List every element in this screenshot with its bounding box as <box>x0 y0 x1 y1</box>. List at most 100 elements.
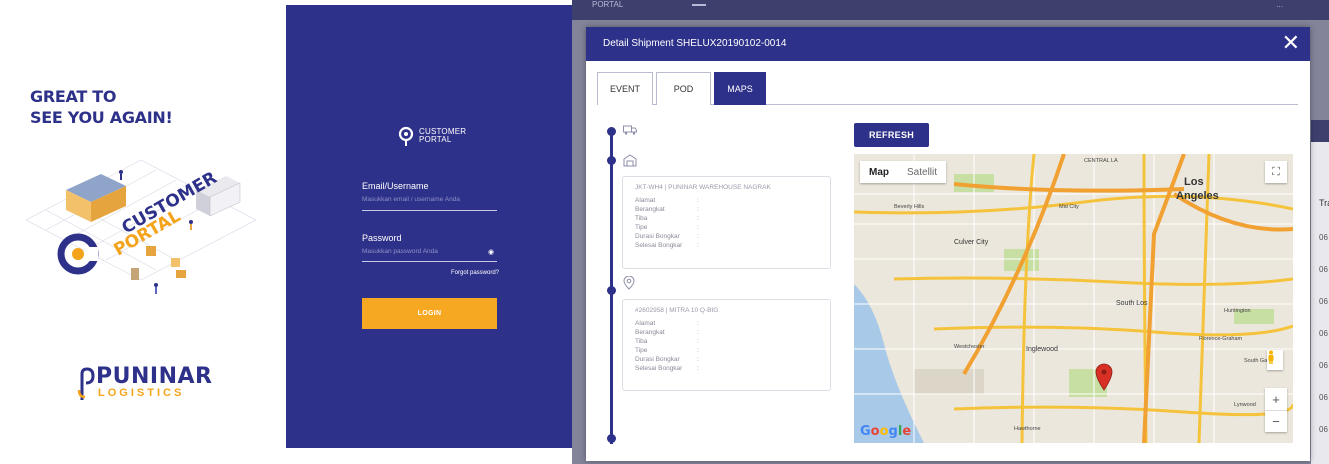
destination-field: Berangkat: <box>635 329 830 338</box>
promo-panel: GREAT TO SEE YOU AGAIN! CUSTOMER PORTAL … <box>0 0 286 464</box>
destination-field: Tipe: <box>635 347 830 356</box>
login-button[interactable]: LOGIN <box>362 298 497 329</box>
app-topbar-user[interactable]: ... <box>1276 0 1283 9</box>
field-label: Durasi Bongkar <box>635 356 680 363</box>
field-colon: : <box>697 206 699 213</box>
map-label-beverly-hills: Beverly Hills <box>894 204 925 210</box>
email-field[interactable]: Masukkan email / username Anda <box>362 196 460 203</box>
pegman-icon[interactable] <box>1267 350 1283 370</box>
field-colon: : <box>697 356 699 363</box>
destination-field: Selesai Bongkar: <box>635 365 830 374</box>
field-label: Alamat <box>635 197 656 204</box>
map-tiles <box>854 154 1293 443</box>
field-label: Tipe <box>635 347 648 354</box>
origin-field: Selesai Bongkar: <box>635 242 830 251</box>
map-type-map[interactable]: Map <box>860 161 898 183</box>
location-pin-icon <box>623 276 635 290</box>
tagline-line1: GREAT TO <box>30 87 117 106</box>
map-label-mid-city: Mid City <box>1059 204 1079 210</box>
password-field[interactable]: Masukkan password Anda <box>362 248 438 255</box>
field-colon: : <box>697 329 699 336</box>
tagline-line2: SEE YOU AGAIN! <box>30 108 173 127</box>
origin-card: JKT-WH4 | PUNINAR WAREHOUSE NAGRAK Alama… <box>622 176 831 269</box>
tab-maps[interactable]: MAPS <box>714 72 766 105</box>
shipment-detail-modal: Detail Shipment SHELUX20190102-0014 ✕ EV… <box>586 27 1310 461</box>
show-password-icon[interactable]: ◉ <box>488 248 494 256</box>
map-label-florence: Florence-Graham <box>1199 336 1243 342</box>
field-colon: : <box>697 365 699 372</box>
puninar-mark-icon <box>77 367 95 400</box>
field-colon: : <box>697 224 699 231</box>
app-topbar: PORTAL ... <box>572 0 1329 20</box>
destination-field: Alamat: <box>635 320 830 329</box>
zoom-out-button[interactable]: − <box>1265 410 1287 432</box>
field-colon: : <box>697 197 699 204</box>
close-icon[interactable]: ✕ <box>1282 31 1300 55</box>
login-panel: CUSTOMER PORTAL Email/Username Masukkan … <box>286 5 572 448</box>
background-cell: 06 <box>1319 425 1328 434</box>
tab-event[interactable]: EVENT <box>597 72 653 105</box>
password-underline <box>362 261 497 262</box>
map-label-lynwood: Lynwood <box>1234 402 1256 408</box>
destination-field: Tiba: <box>635 338 830 347</box>
background-cell: 06 <box>1319 393 1328 402</box>
field-label: Tiba <box>635 338 648 345</box>
map-label-inglewood: Inglewood <box>1026 346 1058 353</box>
field-label: Tipe <box>635 224 648 231</box>
background-col-header: Tra <box>1319 198 1329 208</box>
logo-line2: PORTAL <box>419 135 452 144</box>
background-table-column: Tra 06 06 06 06 06 06 06 <box>1311 120 1329 464</box>
map-label-westchester: Westchester <box>954 344 985 350</box>
promo-tagline: GREAT TO SEE YOU AGAIN! <box>30 86 173 128</box>
origin-title: JKT-WH4 | PUNINAR WAREHOUSE NAGRAK <box>635 184 771 191</box>
map-label-culver-city: Culver City <box>954 239 989 246</box>
customer-portal-logo-icon <box>398 126 414 146</box>
warehouse-icon <box>623 154 637 167</box>
map-label-la-1: Los <box>1184 176 1204 188</box>
refresh-button[interactable]: REFRESH <box>854 123 929 147</box>
map-label-hawthorne: Hawthorne <box>1014 426 1041 432</box>
field-colon: : <box>697 347 699 354</box>
origin-field: Alamat: <box>635 197 830 206</box>
zoom-in-button[interactable]: + <box>1265 388 1287 410</box>
background-cell: 06 <box>1319 361 1328 370</box>
destination-title: #2602958 | MITRA 10 Q-BIG <box>635 307 719 314</box>
route-map[interactable]: Los Angeles CENTRAL LA Mid City Beverly … <box>854 154 1293 443</box>
map-label-south-la: South Los <box>1116 300 1148 307</box>
origin-field: Tipe: <box>635 224 830 233</box>
timeline-dot <box>607 434 616 443</box>
truck-icon <box>623 125 637 135</box>
password-label: Password <box>362 233 402 243</box>
field-colon: : <box>697 338 699 345</box>
background-cell: 06 <box>1319 233 1328 242</box>
field-label: Durasi Bongkar <box>635 233 680 240</box>
origin-field: Durasi Bongkar: <box>635 233 830 242</box>
tab-pod[interactable]: POD <box>656 72 711 105</box>
map-type-toggle: Map Satellit <box>860 161 947 183</box>
hamburger-icon[interactable] <box>692 4 706 6</box>
field-label: Selesai Bongkar <box>635 242 683 249</box>
field-label: Selesai Bongkar <box>635 365 683 372</box>
login-logo: CUSTOMER PORTAL <box>398 125 466 147</box>
map-type-satellite[interactable]: Satellit <box>898 161 946 183</box>
map-label-la-2: Angeles <box>1176 190 1219 202</box>
map-label-central-la: CENTRAL LA <box>1084 158 1118 164</box>
field-colon: : <box>697 233 699 240</box>
fullscreen-icon[interactable]: ⛶ <box>1265 161 1287 183</box>
origin-field: Berangkat: <box>635 206 830 215</box>
field-label: Alamat <box>635 320 656 327</box>
background-cell: 06 <box>1319 329 1328 338</box>
destination-card: #2602958 | MITRA 10 Q-BIG Alamat: Berang… <box>622 299 831 391</box>
timeline-dot <box>607 286 616 295</box>
forgot-password-link[interactable]: Forgot password? <box>451 270 499 276</box>
brand-name: PUNINAR <box>96 364 213 389</box>
background-cell: 06 <box>1319 265 1328 274</box>
map-label-huntington: Huntington <box>1224 308 1251 314</box>
timeline-dot <box>607 156 616 165</box>
zoom-control: + − <box>1265 388 1287 432</box>
field-label: Berangkat <box>635 206 665 213</box>
field-colon: : <box>697 242 699 249</box>
background-cell: 06 <box>1319 297 1328 306</box>
email-label: Email/Username <box>362 181 429 191</box>
field-colon: : <box>697 320 699 327</box>
